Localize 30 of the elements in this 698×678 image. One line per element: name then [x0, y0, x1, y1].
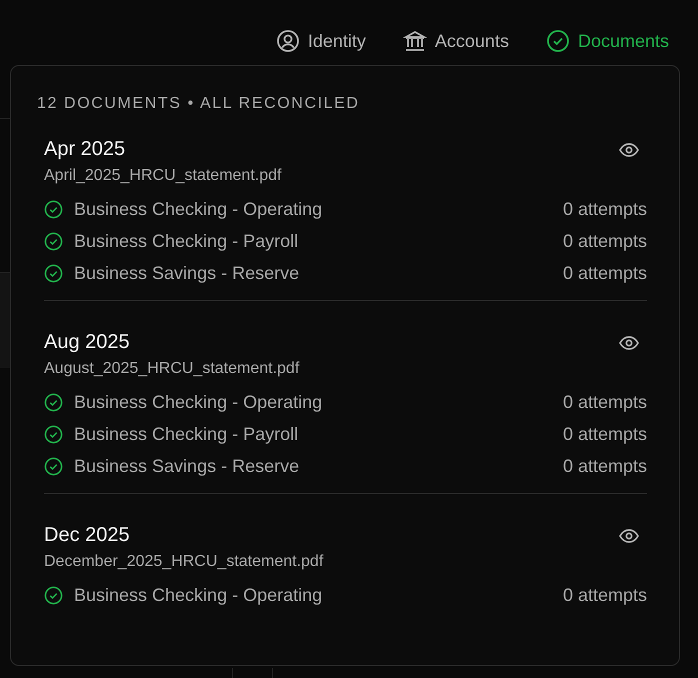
- document-period: Apr 2025: [44, 138, 126, 161]
- eye-icon[interactable]: [619, 336, 639, 350]
- attempts-count: 0 attempts: [562, 392, 647, 412]
- bank-icon: [402, 29, 427, 53]
- account-name: Business Checking - Operating: [74, 392, 324, 412]
- attempts-count: 0 attempts: [562, 230, 647, 252]
- attempts-count: 0 attempts: [562, 456, 647, 476]
- attempts-count: 0 attempts: [562, 424, 647, 444]
- check-circle-icon: [546, 29, 570, 53]
- eye-icon[interactable]: [619, 528, 639, 542]
- document-period: Dec 2025: [44, 524, 130, 547]
- eye-icon[interactable]: [619, 142, 639, 156]
- document-filename: August_2025_HRCU_statement.pdf: [44, 360, 300, 378]
- account-name: Business Savings - Reserve: [74, 262, 300, 284]
- nav-tab[interactable]: Identity: [276, 27, 366, 55]
- account-name: Business Savings - Reserve: [74, 456, 300, 476]
- document-filename: April_2025_HRCU_statement.pdf: [44, 167, 282, 185]
- account-name: Business Checking - Payroll: [74, 424, 300, 444]
- attempts-count: 0 attempts: [562, 262, 647, 284]
- account-name: Business Checking - Operating: [74, 584, 324, 606]
- account-name: Business Checking - Payroll: [74, 230, 300, 252]
- document-filename: December_2025_HRCU_statement.pdf: [44, 553, 324, 571]
- user-icon: [276, 29, 300, 53]
- attempts-count: 0 attempts: [562, 198, 647, 220]
- document-period: Aug 2025: [44, 331, 130, 354]
- nav-tab[interactable]: Documents: [546, 27, 669, 55]
- nav-tab[interactable]: Accounts: [402, 27, 509, 55]
- account-name: Business Checking - Operating: [74, 198, 324, 220]
- attempts-count: 0 attempts: [562, 584, 647, 606]
- documents-summary: 12 DOCUMENTS • ALL RECONCILED: [36, 94, 361, 114]
